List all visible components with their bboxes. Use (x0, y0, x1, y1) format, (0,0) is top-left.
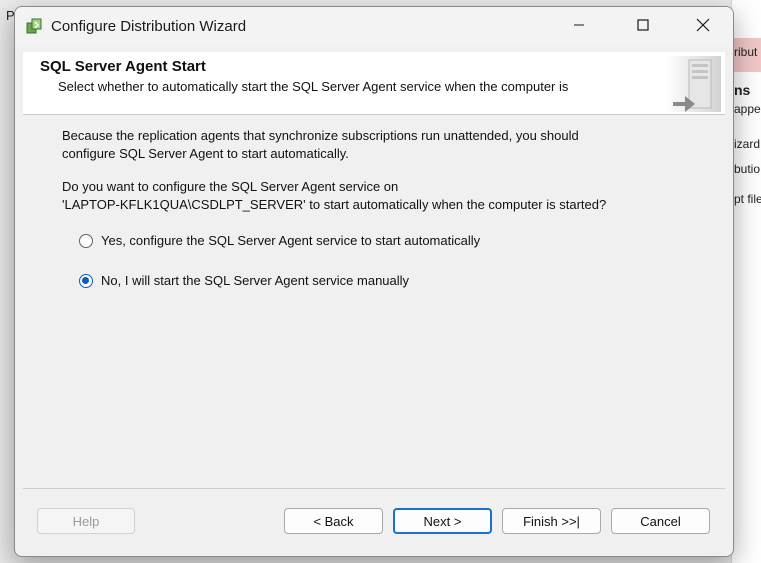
maximize-icon (637, 19, 649, 31)
next-button[interactable]: Next > (393, 508, 492, 534)
paragraph-line: Do you want to configure the SQL Server … (62, 179, 399, 194)
background-right-panel: ribut ns apper izard: butio pt file (731, 0, 761, 563)
background-text: butio (734, 162, 761, 176)
page-subtitle: Select whether to automatically start th… (58, 79, 569, 94)
cancel-button[interactable]: Cancel (611, 508, 710, 534)
wizard-icon (26, 18, 42, 34)
close-button[interactable] (680, 7, 726, 43)
finish-button[interactable]: Finish >>| (502, 508, 601, 534)
option-label: Yes, configure the SQL Server Agent serv… (101, 233, 481, 248)
window-title: Configure Distribution Wizard (51, 18, 247, 35)
background-text: ns (734, 82, 751, 98)
option-start-automatically[interactable]: Yes, configure the SQL Server Agent serv… (79, 233, 480, 248)
option-label: No, I will start the SQL Server Agent se… (101, 273, 410, 288)
footer-divider (23, 488, 725, 489)
option-start-manually[interactable]: No, I will start the SQL Server Agent se… (79, 273, 409, 288)
background-text: izard: (734, 137, 761, 151)
server-graphic-icon (665, 56, 721, 112)
title-bar[interactable]: Configure Distribution Wizard (15, 7, 733, 47)
help-button[interactable]: Help (37, 508, 135, 534)
close-icon (696, 18, 710, 32)
paragraph-line: Because the replication agents that sync… (62, 128, 579, 143)
paragraph-line: configure SQL Server Agent to start auto… (62, 146, 349, 161)
configure-distribution-dialog: Configure Distribution Wizard SQL Server… (14, 6, 734, 557)
minimize-button[interactable] (556, 7, 602, 43)
back-button[interactable]: < Back (284, 508, 383, 534)
radio-button-no[interactable] (79, 273, 93, 288)
background-text: pt file (734, 192, 761, 206)
header-banner: SQL Server Agent Start Select whether to… (23, 52, 725, 115)
radio-button-yes[interactable] (79, 233, 93, 248)
background-text: ribut (734, 45, 758, 59)
minimize-icon (574, 24, 584, 26)
page-title: SQL Server Agent Start (40, 58, 206, 75)
description-area: Because the replication agents that sync… (62, 127, 702, 229)
background-text: apper (734, 102, 761, 116)
intro-paragraph: Because the replication agents that sync… (62, 127, 702, 163)
maximize-button[interactable] (620, 7, 666, 43)
question-paragraph: Do you want to configure the SQL Server … (62, 178, 702, 214)
paragraph-line: 'LAPTOP-KFLK1QUA\CSDLPT_SERVER' to start… (62, 197, 607, 212)
